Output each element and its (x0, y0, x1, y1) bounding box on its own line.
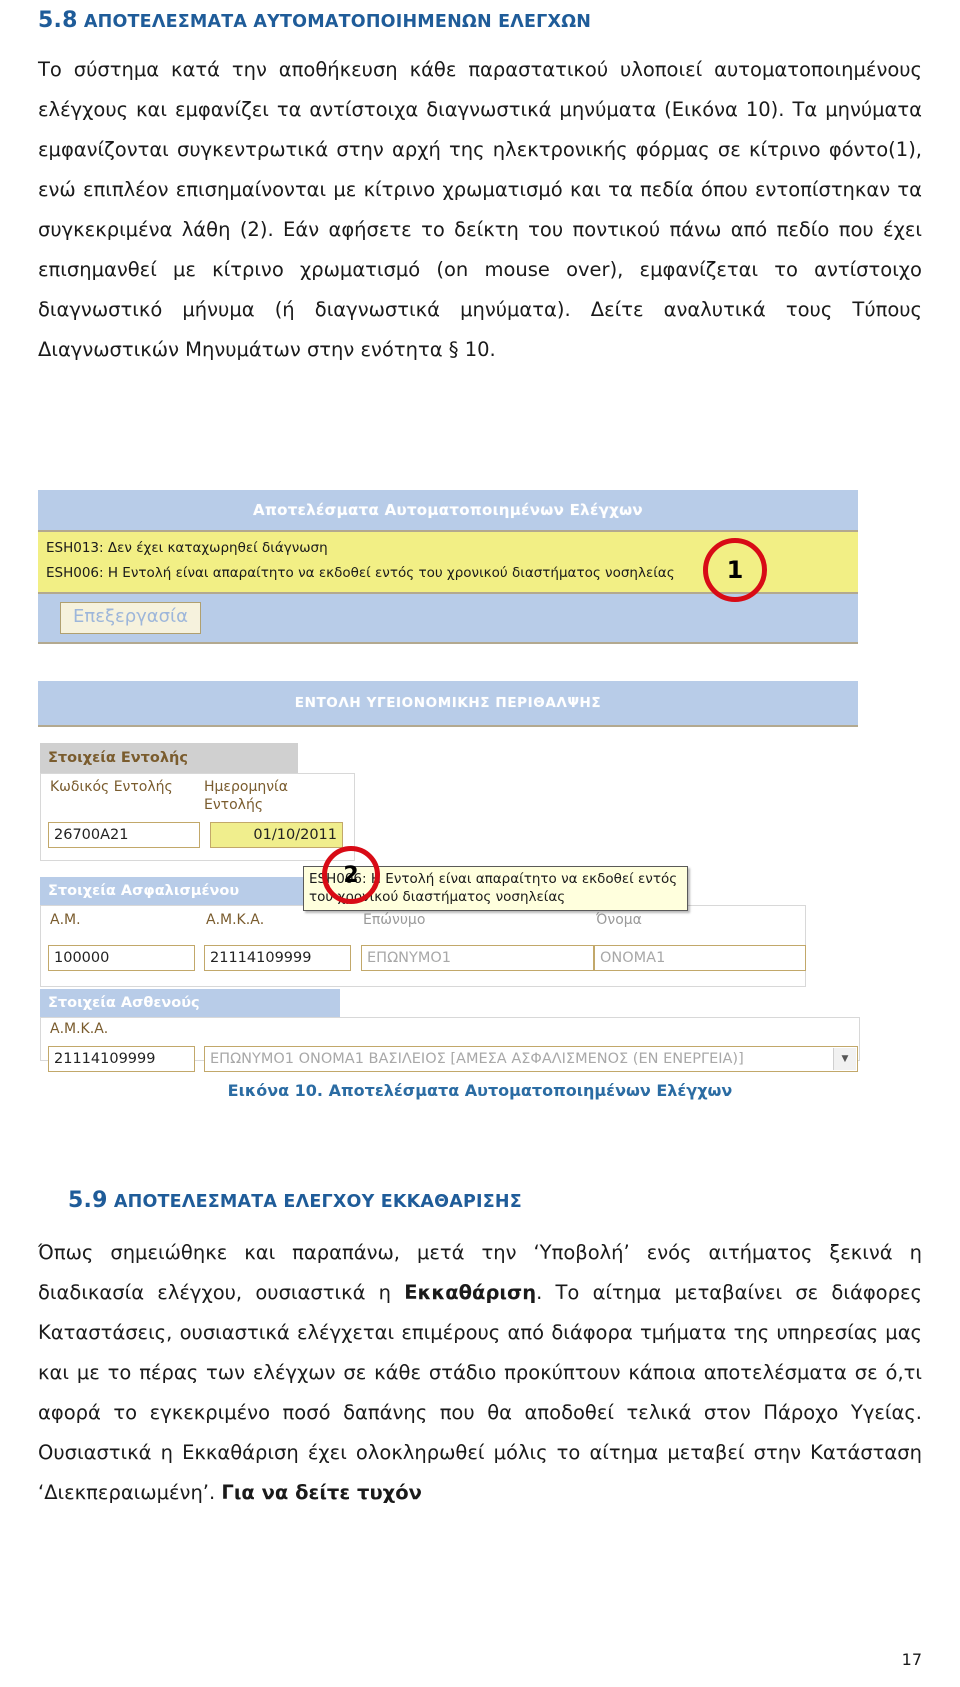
paragraph-intro: Το σύστημα κατά την αποθήκευση κάθε παρα… (38, 58, 922, 361)
section-title: ΑΠΟΤΕΛΕΣΜΑΤΑ ΕΛΕΓΧΟΥ ΕΚΚΑΘΑΡΙΣΗΣ (113, 1192, 522, 1212)
figure-10: Αποτελέσματα Αυτοματοποιημένων Ελέγχων E… (38, 468, 922, 1100)
para2-emphasis-ekkatharisi: Εκκαθάριση (404, 1281, 537, 1304)
section-number: 5.9 (68, 1188, 108, 1213)
insured-name-label: Όνομα (596, 912, 642, 928)
insured-am-input[interactable]: 100000 (48, 945, 195, 971)
diagnostic-message-esh013: ESH013: Δεν έχει καταχωρηθεί διάγνωση (46, 540, 328, 556)
figure-caption: Εικόνα 10. Αποτελέσματα Αυτοματοποιημένω… (227, 1081, 733, 1100)
document-page: 5.8 ΑΠΟΤΕΛΕΣΜΑΤΑ ΑΥΤΟΜΑΤΟΠΟΙΗΜΕΝΩΝ ΕΛΕΓΧ… (0, 0, 960, 1687)
insured-surname-input[interactable]: ΕΠΩΝΥΜΟ1 (361, 945, 594, 971)
automated-checks-panel-title: Αποτελέσματα Αυτοματοποιημένων Ελέγχων (38, 490, 858, 532)
patient-details-group-header: Στοιχεία Ασθενούς (40, 989, 340, 1017)
section-title: ΑΠΟΤΕΛΕΣΜΑΤΑ ΑΥΤΟΜΑΤΟΠΟΙΗΜΕΝΩΝ ΕΛΕΓΧΩΝ (83, 12, 592, 32)
insured-amka-label: Α.Μ.Κ.Α. (206, 912, 265, 928)
patient-select-dropdown[interactable]: ΕΠΩΝΥΜΟ1 ΟΝΟΜΑ1 ΒΑΣΙΛΕΙΟΣ [ΑΜΕΣΑ ΑΣΦΑΛΙΣ… (204, 1046, 858, 1072)
callout-marker-1: 1 (703, 538, 767, 602)
insured-surname-label: Επώνυμο (363, 912, 426, 928)
order-details-group-header: Στοιχεία Εντολής (40, 743, 298, 773)
application-screenshot: Αποτελέσματα Αυτοματοποιημένων Ελέγχων E… (38, 468, 864, 1072)
section-heading-5-9: 5.9 ΑΠΟΤΕΛΕΣΜΑΤΑ ΕΛΕΓΧΟΥ ΕΚΚΑΘΑΡΙΣΗΣ (68, 1188, 522, 1214)
para2-part-d: Για να δείτε τυχόν (221, 1481, 422, 1504)
page-number: 17 (901, 1650, 922, 1669)
para2-part-c: . Το αίτημα μεταβαίνει σε διάφορες Κατασ… (38, 1281, 922, 1504)
paragraph-clearance: Όπως σημειώθηκε και παραπάνω, μετά την ‘… (38, 1233, 922, 1513)
edit-button[interactable]: Επεξεργασία (60, 602, 202, 634)
diagnostic-message-esh006: ESH006: Η Εντολή είναι απαραίτητο να εκδ… (46, 565, 675, 581)
patient-amka-input[interactable]: 21114109999 (48, 1046, 195, 1072)
insured-name-input[interactable]: ONOMA1 (594, 945, 806, 971)
insured-amka-input[interactable]: 21114109999 (204, 945, 351, 971)
order-code-input[interactable]: 26700A21 (48, 822, 200, 848)
callout-marker-2: 2 (322, 846, 380, 904)
order-date-label: Ημερομηνία Εντολής (204, 779, 289, 813)
section-heading-5-8: 5.8 ΑΠΟΤΕΛΕΣΜΑΤΑ ΑΥΤΟΜΑΤΟΠΟΙΗΜΕΝΩΝ ΕΛΕΓΧ… (38, 8, 591, 34)
order-date-input[interactable]: 01/10/2011 (210, 822, 343, 848)
patient-amka-label: Α.Μ.Κ.Α. (50, 1021, 109, 1037)
insured-am-label: Α.Μ. (50, 912, 81, 928)
section-number: 5.8 (38, 8, 78, 33)
patient-select-value: ΕΠΩΝΥΜΟ1 ΟΝΟΜΑ1 ΒΑΣΙΛΕΙΟΣ [ΑΜΕΣΑ ΑΣΦΑΛΙΣ… (210, 1051, 744, 1067)
order-code-label: Κωδικός Εντολής (50, 779, 173, 795)
chevron-down-icon[interactable]: ▼ (833, 1048, 856, 1070)
order-panel-title: ΕΝΤΟΛΗ ΥΓΕΙΟΝΟΜΙΚΗΣ ΠΕΡΙΘΑΛΨΗΣ (38, 681, 858, 727)
